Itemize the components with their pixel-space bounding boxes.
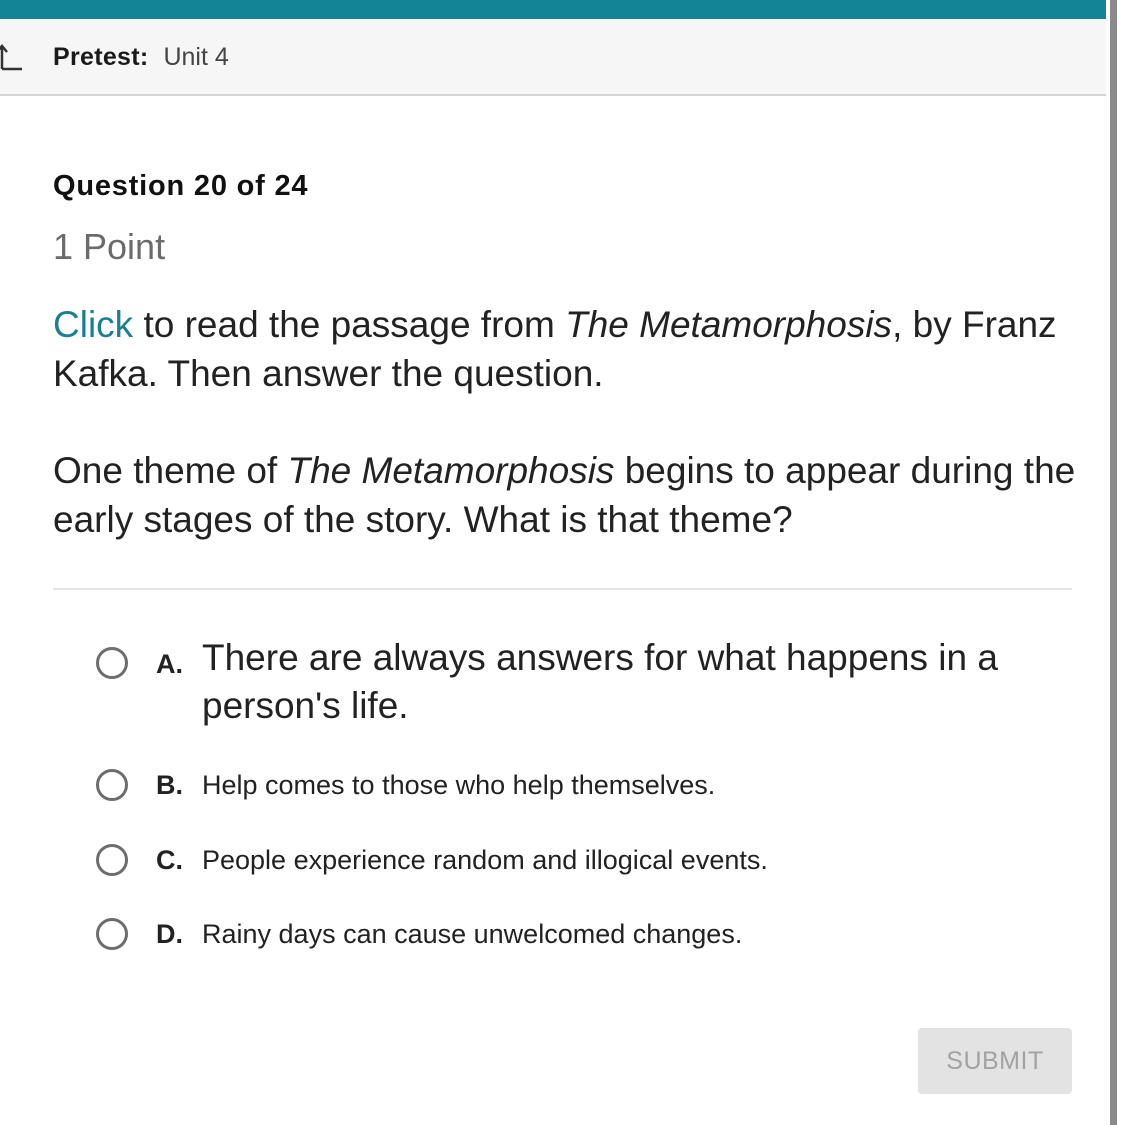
stem-text-1: One theme of	[53, 450, 288, 491]
question-points: 1 Point	[53, 226, 166, 267]
option-text: Rainy days can cause unwelcomed changes.	[202, 919, 743, 949]
answer-option-a[interactable]: A. There are always answers for what hap…	[96, 634, 1056, 734]
page-title: Pretest: Unit 4	[53, 41, 229, 73]
scrollbar[interactable]	[1106, 0, 1122, 1125]
pretest-label: Pretest:	[53, 43, 149, 71]
header-bar: Pretest: Unit 4	[0, 19, 1106, 96]
stem-book-title: The Metamorphosis	[287, 450, 615, 491]
top-accent-bar	[0, 0, 1122, 19]
option-letter: B.	[156, 770, 183, 800]
option-text: People experience random and illogical e…	[202, 845, 768, 875]
quiz-page: Pretest: Unit 4 Question 20 of 24 1 Poin…	[0, 0, 1122, 1125]
question-stem: One theme of The Metamorphosis begins to…	[53, 446, 1078, 544]
radio-button[interactable]	[96, 769, 128, 801]
passage-link[interactable]: Click	[53, 304, 133, 345]
option-text: Help comes to those who help themselves.	[202, 770, 716, 800]
submit-button[interactable]: SUBMIT	[918, 1028, 1072, 1094]
back-arrow-icon[interactable]	[0, 41, 24, 71]
option-letter: A.	[156, 649, 183, 679]
question-number: Question 20 of 24	[53, 170, 309, 202]
radio-button[interactable]	[96, 844, 128, 876]
option-text: There are always answers for what happen…	[202, 637, 998, 726]
option-letter: C.	[156, 845, 183, 875]
prompt-text-1: to read the passage from	[133, 304, 566, 345]
question-prompt: Click to read the passage from The Metam…	[53, 300, 1073, 398]
scrollbar-thumb[interactable]	[1110, 0, 1117, 1125]
answer-option-b[interactable]: B. Help comes to those who help themselv…	[96, 766, 1056, 806]
unit-label: Unit 4	[163, 43, 229, 71]
radio-button[interactable]	[96, 918, 128, 950]
answer-option-c[interactable]: C. People experience random and illogica…	[96, 841, 1056, 881]
divider	[53, 588, 1072, 590]
radio-button[interactable]	[96, 647, 128, 679]
prompt-book-title: The Metamorphosis	[565, 304, 893, 345]
option-letter: D.	[156, 919, 183, 949]
answer-option-d[interactable]: D. Rainy days can cause unwelcomed chang…	[96, 915, 1056, 955]
